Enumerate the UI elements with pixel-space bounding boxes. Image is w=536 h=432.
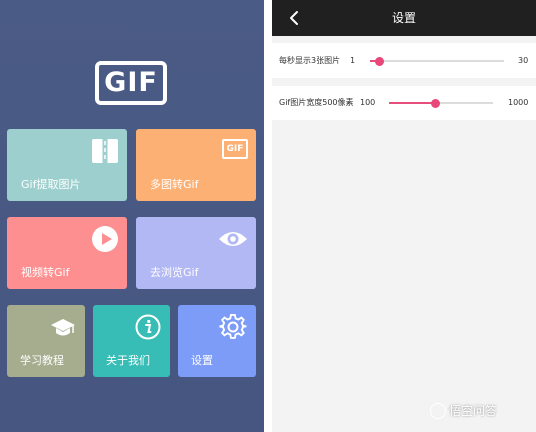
watermark-logo-icon (430, 402, 446, 419)
info-icon (135, 314, 161, 344)
watermark: 悟空问答 (430, 400, 530, 422)
slider-max-label: 30 (518, 56, 529, 65)
slider-min-label: 100 (360, 98, 376, 107)
slider-thumb[interactable] (375, 56, 384, 66)
tile-label: 去浏览Gif (150, 266, 199, 279)
width-slider[interactable] (389, 97, 493, 109)
gear-icon (219, 313, 247, 345)
play-circle-icon (91, 225, 119, 257)
graduation-cap-icon (50, 318, 76, 342)
page-title: 设置 (391, 11, 416, 25)
slider-track (370, 60, 504, 62)
tile-about-us[interactable]: 关于我们 (93, 305, 170, 377)
tile-label: 学习教程 (20, 354, 64, 367)
settings-screen: 设置 每秒显示3张图片 1 30 Gif图片宽度500像素 100 1000 (272, 0, 536, 432)
slider-fill (389, 102, 435, 104)
tile-images-to-gif[interactable]: GIF 多图转Gif (136, 129, 256, 201)
tile-label: 视频转Gif (21, 266, 70, 279)
slider-max-label: 1000 (508, 98, 529, 107)
slider-min-label: 1 (350, 56, 356, 65)
setting-row-frames-per-second: 每秒显示3张图片 1 30 (272, 43, 536, 78)
gif-home-screen: GIF Gif提取图片 GIF 多图转Gif 视频转Gif 去浏览Gif 学习教… (0, 0, 264, 432)
gif-logo: GIF (95, 61, 167, 105)
tile-label: Gif提取图片 (21, 178, 81, 191)
tile-label: 设置 (191, 354, 213, 367)
tile-label: 多图转Gif (150, 178, 199, 191)
tile-settings[interactable]: 设置 (178, 305, 256, 377)
tile-tutorial[interactable]: 学习教程 (7, 305, 85, 377)
setting-row-gif-width: Gif图片宽度500像素 100 1000 (272, 86, 536, 120)
eye-icon (218, 229, 248, 253)
title-bar: 设置 (272, 0, 536, 36)
tile-browse-gif[interactable]: 去浏览Gif (136, 217, 256, 289)
gif-badge-icon: GIF (222, 139, 248, 159)
setting-label: 每秒显示3张图片 (279, 56, 341, 65)
split-frame-icon (91, 138, 119, 168)
tile-gif-extract-images[interactable]: Gif提取图片 (7, 129, 127, 201)
tile-video-to-gif[interactable]: 视频转Gif (7, 217, 127, 289)
setting-label: Gif图片宽度500像素 (279, 98, 354, 107)
watermark-text: 悟空问答 (449, 404, 498, 418)
chevron-left-icon[interactable] (288, 9, 302, 27)
tile-label: 关于我们 (106, 354, 150, 367)
fps-slider[interactable] (370, 55, 504, 67)
slider-thumb[interactable] (431, 98, 440, 108)
